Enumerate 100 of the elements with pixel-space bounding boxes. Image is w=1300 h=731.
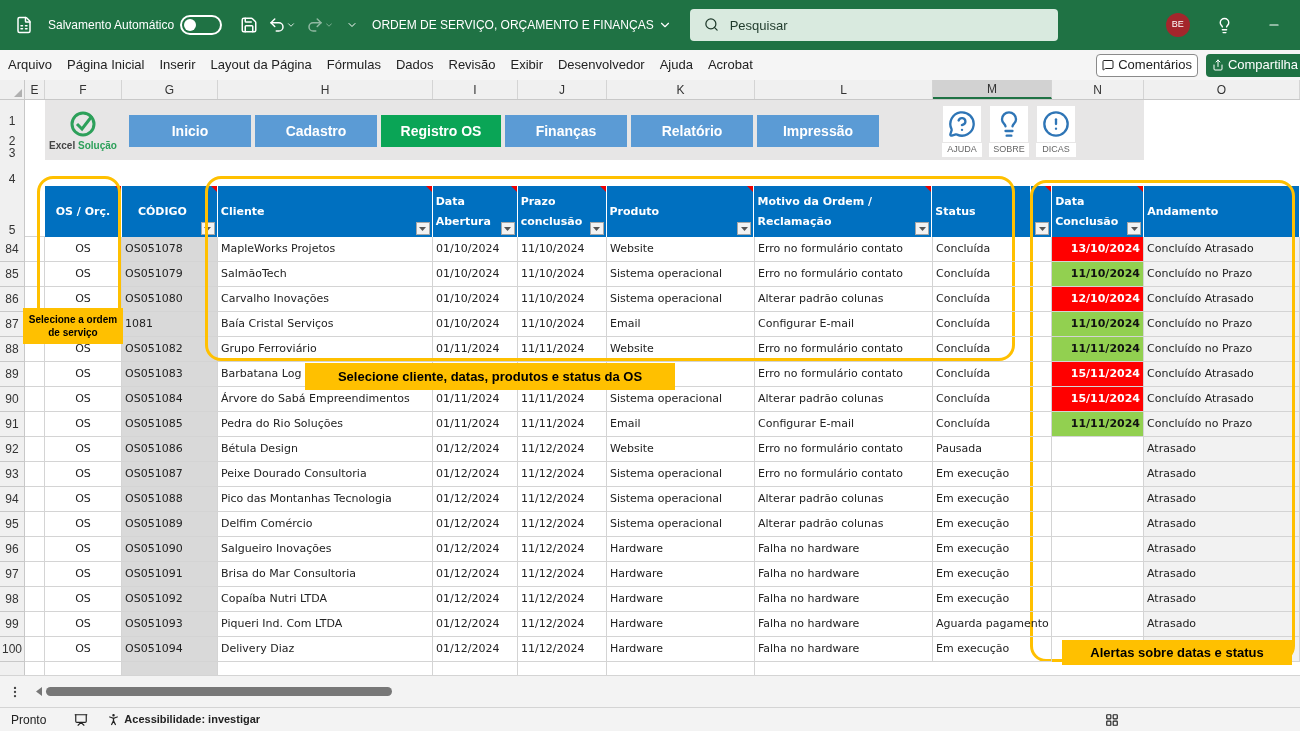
- row-header[interactable]: 2: [0, 128, 24, 148]
- ribbon-tab[interactable]: Revisão: [448, 55, 496, 75]
- ribbon-tab[interactable]: Layout da Página: [210, 55, 312, 75]
- ribbon-tab[interactable]: Página Inicial: [67, 55, 145, 75]
- table-cell: [25, 612, 45, 637]
- table-cell-text: Concluída: [935, 365, 992, 382]
- table-cell: 11/11/2024: [518, 412, 607, 437]
- row-header[interactable]: 88: [0, 337, 25, 362]
- column-header[interactable]: K: [607, 80, 755, 99]
- ribbon-tab[interactable]: Dados: [395, 55, 434, 75]
- normal-view-icon[interactable]: [1105, 712, 1120, 727]
- column-header[interactable]: G: [122, 80, 218, 99]
- filter-button[interactable]: [500, 222, 515, 235]
- row-header[interactable]: 89: [0, 362, 25, 387]
- table-cell: 01/11/2024: [433, 337, 518, 362]
- row-header[interactable]: 91: [0, 412, 25, 437]
- scroll-left-icon[interactable]: [36, 687, 42, 696]
- row-header[interactable]: 94: [0, 487, 25, 512]
- ribbon-tab[interactable]: Arquivo: [8, 55, 53, 75]
- ribbon-tab[interactable]: Ajuda: [659, 55, 693, 75]
- table-cell: Peixe Dourado Consultoria: [218, 462, 433, 487]
- column-header[interactable]: F: [45, 80, 122, 99]
- table-cell: Salgueiro Inovações: [218, 537, 433, 562]
- filter-button[interactable]: [1127, 222, 1142, 235]
- row-header[interactable]: 87: [0, 312, 25, 337]
- table-cell: Pedra do Rio Soluções: [218, 412, 433, 437]
- table-cell: Falha no hardware: [755, 537, 933, 562]
- table-cell: 11/10/2024: [518, 237, 607, 262]
- table-cell: 11/11/2024: [1052, 337, 1144, 362]
- table-cell: Copaíba Nutri LTDA: [218, 587, 433, 612]
- autosave-toggle[interactable]: [180, 15, 223, 35]
- row-header[interactable]: 97: [0, 562, 25, 587]
- table-cell: 01/11/2024: [433, 412, 518, 437]
- caret-icon: [504, 226, 512, 231]
- table-cell: Atrasado: [1144, 587, 1300, 612]
- ribbon-tab[interactable]: Inserir: [159, 55, 196, 75]
- filter-button[interactable]: [737, 222, 752, 235]
- column-header[interactable]: N: [1052, 80, 1144, 99]
- horizontal-scrollbar-thumb[interactable]: [46, 687, 392, 696]
- column-header[interactable]: J: [518, 80, 607, 99]
- column-header[interactable]: H: [218, 80, 433, 99]
- table-cell: 01/12/2024: [433, 462, 518, 487]
- ribbon-tab[interactable]: Acrobat: [707, 55, 753, 75]
- user-avatar[interactable]: BE: [1165, 13, 1190, 37]
- column-header[interactable]: I: [433, 80, 518, 99]
- row-header[interactable]: 99: [0, 612, 25, 637]
- row-header[interactable]: 92: [0, 437, 25, 462]
- document-title[interactable]: ORDEM DE SERVIÇO, ORÇAMENTO E FINANÇAS: [372, 16, 672, 34]
- caret-icon: [1130, 226, 1138, 231]
- table-cell: OS051085: [122, 412, 218, 437]
- ribbon-tab[interactable]: Fórmulas: [326, 55, 381, 75]
- table-cell-text: Em execução: [935, 590, 1011, 607]
- row-header[interactable]: 100: [0, 637, 25, 662]
- ribbon-tab[interactable]: Desenvolvedor: [558, 55, 645, 75]
- table-cell: OS051084: [122, 387, 218, 412]
- column-header[interactable]: O: [1144, 80, 1300, 99]
- table-cell: Sistema operacional: [607, 462, 755, 487]
- table-cell: 11/10/2024: [1052, 262, 1144, 287]
- save-icon[interactable]: [240, 16, 259, 34]
- table-cell: Atrasado: [1144, 537, 1300, 562]
- table-cell: Website: [607, 237, 755, 262]
- row-header[interactable]: 90: [0, 387, 25, 412]
- row-header[interactable]: 98: [0, 587, 25, 612]
- table-cell: 11/12/2024: [518, 562, 607, 587]
- row-header[interactable]: 3: [0, 148, 24, 160]
- ribbon-tab[interactable]: Exibir: [510, 55, 543, 75]
- column-header[interactable]: E: [25, 80, 45, 99]
- filter-button[interactable]: [1035, 222, 1050, 235]
- row-header[interactable]: 96: [0, 537, 25, 562]
- search-field[interactable]: Pesquisar: [689, 9, 1058, 41]
- caret-icon[interactable]: [286, 20, 297, 30]
- filter-button[interactable]: [915, 222, 930, 235]
- table-header-cell: Cliente: [217, 186, 433, 237]
- row-header[interactable]: 84: [0, 237, 25, 262]
- table-cell: Hardware: [607, 587, 755, 612]
- table-cell: 11/10/2024: [518, 287, 607, 312]
- column-header[interactable]: M: [933, 80, 1052, 99]
- row-header[interactable]: 4: [0, 160, 24, 186]
- filter-button[interactable]: [589, 222, 604, 235]
- caret-icon: [740, 226, 748, 231]
- table-cell: MapleWorks Projetos: [218, 237, 433, 262]
- table-cell: Email: [607, 412, 755, 437]
- table-cell: Concluído Atrasado: [1144, 387, 1300, 412]
- row-header[interactable]: 85: [0, 262, 25, 287]
- comments-button[interactable]: Comentários: [1096, 53, 1198, 77]
- row-header[interactable]: 95: [0, 512, 25, 537]
- table-cell: [25, 237, 45, 262]
- filter-button[interactable]: [415, 222, 430, 235]
- table-cell: Hardware: [607, 562, 755, 587]
- table-cell: Concluído Atrasado: [1144, 287, 1300, 312]
- row-header[interactable]: 1: [0, 100, 24, 128]
- accessibility-button[interactable]: Acessibilidade: investigar: [106, 711, 261, 728]
- share-button[interactable]: Compartilha: [1205, 53, 1300, 77]
- table-cell: Concluído no Prazo: [1144, 337, 1300, 362]
- row-header[interactable]: 5: [0, 186, 24, 237]
- table-cell: Website: [607, 337, 755, 362]
- row-header[interactable]: 86: [0, 287, 25, 312]
- undo-icon[interactable]: [268, 16, 287, 34]
- row-header[interactable]: 93: [0, 462, 25, 487]
- table-cell: Falha no hardware: [755, 562, 933, 587]
